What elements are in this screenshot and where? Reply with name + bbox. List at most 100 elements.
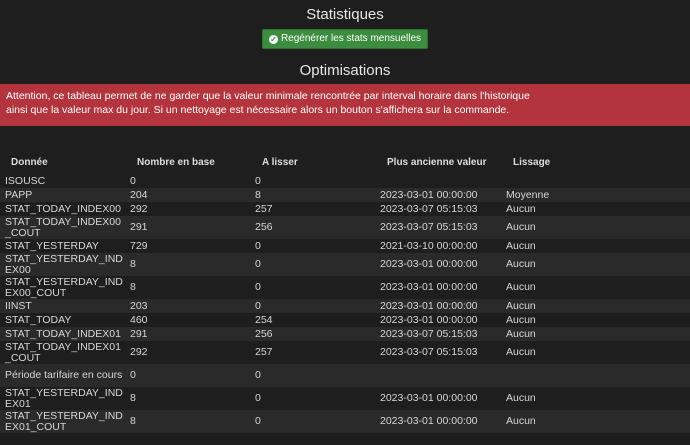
cell-nombre: 460 [130,313,148,326]
cell-lissage: Moyenne [506,188,550,201]
cell-donnee: STAT_TODAY_INDEX00 [5,202,121,215]
cell-lissage: Aucun [506,346,536,358]
table-row: Période tarifaire en cours 0 0 [0,364,690,387]
table-row: PAPP 204 8 2023-03-01 00:00:00 Moyenne [0,188,690,202]
table-row: STAT_YESTERDAY_INDEX00 8 0 2023-03-01 00:00… [0,253,690,276]
cell-plus-ancienne [376,364,502,387]
cell-a-lisser: 0 [255,281,261,293]
table-row: STAT_YESTERDAY_INDEX01_COUT 8 0 2023-03-01 … [0,410,690,433]
table-row: STAT_TODAY_INDEX01 291 256 2023-03-07 05:15… [0,327,690,341]
cell-donnee: STAT_YESTERDAY_INDEX00_COUT [5,275,123,299]
table-row: STAT_TODAY_INDEX01_COUT 292 257 2023-03-07 … [0,341,690,364]
warning-alert: Attention, ce tableau permet de ne garde… [0,84,690,126]
table-row: STAT_TODAY 460 254 2023-03-01 00:00:00 Aucun [0,313,690,327]
table-row: STAT_TODAY_INDEX00 292 257 2023-03-07 05:15… [0,202,690,216]
cell-nombre: 729 [130,239,148,252]
cell-lissage: Aucun [506,258,536,270]
check-circle-icon: ✓ [268,35,278,44]
col-header-plus-ancienne: Plus ancienne valeur [387,157,487,168]
cell-donnee: STAT_TODAY [5,313,72,326]
cell-plus-ancienne: 2023-03-01 00:00:00 [380,415,478,427]
table-row: IINST 203 0 2023-03-01 00:00:00 Aucun [0,299,690,313]
alert-line-2: ainsi que la valeur max du jour. Si un n… [6,104,510,116]
cell-plus-ancienne [376,174,502,188]
page-title: Statistiques [306,6,384,23]
table-row: STAT_YESTERDAY_INDEX01 8 0 2023-03-01 00:00… [0,387,690,410]
col-header-nombre: Nombre en base [137,157,215,168]
cell-plus-ancienne: 2023-03-01 00:00:00 [380,392,478,404]
cell-donnee: PAPP [5,188,33,201]
cell-a-lisser: 0 [255,239,261,252]
cell-plus-ancienne: 2023-03-07 05:15:03 [380,346,478,358]
cell-a-lisser: 0 [255,392,261,404]
cell-nombre: 8 [130,392,136,404]
col-header-donnee: Donnée [11,157,48,168]
cell-plus-ancienne: 2023-03-01 00:00:00 [380,281,478,293]
cell-nombre: 204 [130,188,148,201]
cell-nombre: 0 [130,369,136,381]
cell-a-lisser: 0 [255,258,261,270]
cell-nombre: 8 [130,415,136,427]
cell-lissage: Aucun [506,239,536,252]
cell-lissage [502,174,690,188]
cell-plus-ancienne: 2023-03-01 00:00:00 [380,188,478,201]
cell-plus-ancienne: 2023-03-07 05:15:03 [380,202,478,215]
cell-lissage: Aucun [506,415,536,427]
cell-lissage: Aucun [506,313,536,326]
table-body: ISOUSC 0 0 PAPP 204 8 2023-03-01 00:00:00 Moyen… [0,174,690,433]
cell-donnee: ISOUSC [5,174,46,187]
cell-donnee: STAT_YESTERDAY_INDEX00 [5,252,123,276]
cell-donnee: STAT_TODAY_INDEX01_COUT [5,340,121,364]
cell-nombre: 291 [130,221,148,233]
cell-nombre: 291 [130,327,148,340]
optimisations-table: Donnée Nombre en base A lisser Plus anci… [0,142,690,433]
cell-a-lisser: 0 [255,369,261,381]
cell-nombre: 0 [130,174,136,187]
table-row: ISOUSC 0 0 [0,174,690,188]
table-row: STAT_TODAY_INDEX00_COUT 291 256 2023-03-07 … [0,216,690,239]
col-header-a-lisser: A lisser [262,157,298,168]
cell-lissage: Aucun [506,392,536,404]
alert-line-1: Attention, ce tableau permet de ne garde… [6,90,530,102]
cell-a-lisser: 254 [255,313,273,326]
cell-a-lisser: 256 [255,221,273,233]
cell-a-lisser: 0 [255,415,261,427]
regenerate-stats-label: Regénérer les stats mensuelles [280,33,422,44]
col-header-lissage: Lissage [513,157,551,168]
cell-nombre: 8 [130,258,136,270]
cell-donnee: STAT_TODAY_INDEX01 [5,327,121,340]
table-row: STAT_YESTERDAY 729 0 2021-03-10 00:00:00 Auc… [0,239,690,253]
cell-plus-ancienne: 2023-03-01 00:00:00 [380,313,478,326]
cell-plus-ancienne: 2023-03-01 00:00:00 [380,299,478,312]
cell-nombre: 203 [130,299,148,312]
cell-plus-ancienne: 2023-03-07 05:15:03 [380,221,478,233]
cell-donnee: STAT_YESTERDAY [5,239,99,252]
cell-a-lisser: 0 [255,174,261,187]
cell-lissage: Aucun [506,281,536,293]
cell-lissage: Aucun [506,299,536,312]
cell-a-lisser: 257 [255,202,273,215]
cell-a-lisser: 257 [255,346,273,358]
section-title: Optimisations [299,62,391,79]
cell-a-lisser: 0 [255,299,261,312]
cell-donnee: Période tarifaire en cours [5,369,123,381]
statistics-panel: Statistiques ✓ Regénérer les stats mensue… [0,0,690,445]
cell-plus-ancienne: 2021-03-10 00:00:00 [380,239,478,252]
cell-donnee: STAT_TODAY_INDEX00_COUT [5,215,121,239]
cell-lissage: Aucun [506,221,536,233]
table-row: STAT_YESTERDAY_INDEX00_COUT 8 0 2023-03-01 … [0,276,690,299]
button-row: ✓ Regénérer les stats mensuelles [0,28,690,49]
cell-donnee: IINST [5,299,32,312]
cell-donnee: STAT_YESTERDAY_INDEX01_COUT [5,409,123,433]
cell-lissage: Aucun [506,202,536,215]
cell-a-lisser: 8 [255,188,261,201]
cell-donnee: STAT_YESTERDAY_INDEX01 [5,386,123,410]
cell-plus-ancienne: 2023-03-01 00:00:00 [380,258,478,270]
cell-a-lisser: 256 [255,327,273,340]
cell-nombre: 292 [130,202,148,215]
cell-nombre: 292 [130,346,148,358]
regenerate-stats-button[interactable]: ✓ Regénérer les stats mensuelles [261,29,429,49]
cell-nombre: 8 [130,281,136,293]
cell-plus-ancienne: 2023-03-07 05:15:03 [380,327,478,340]
cell-lissage [502,364,690,387]
